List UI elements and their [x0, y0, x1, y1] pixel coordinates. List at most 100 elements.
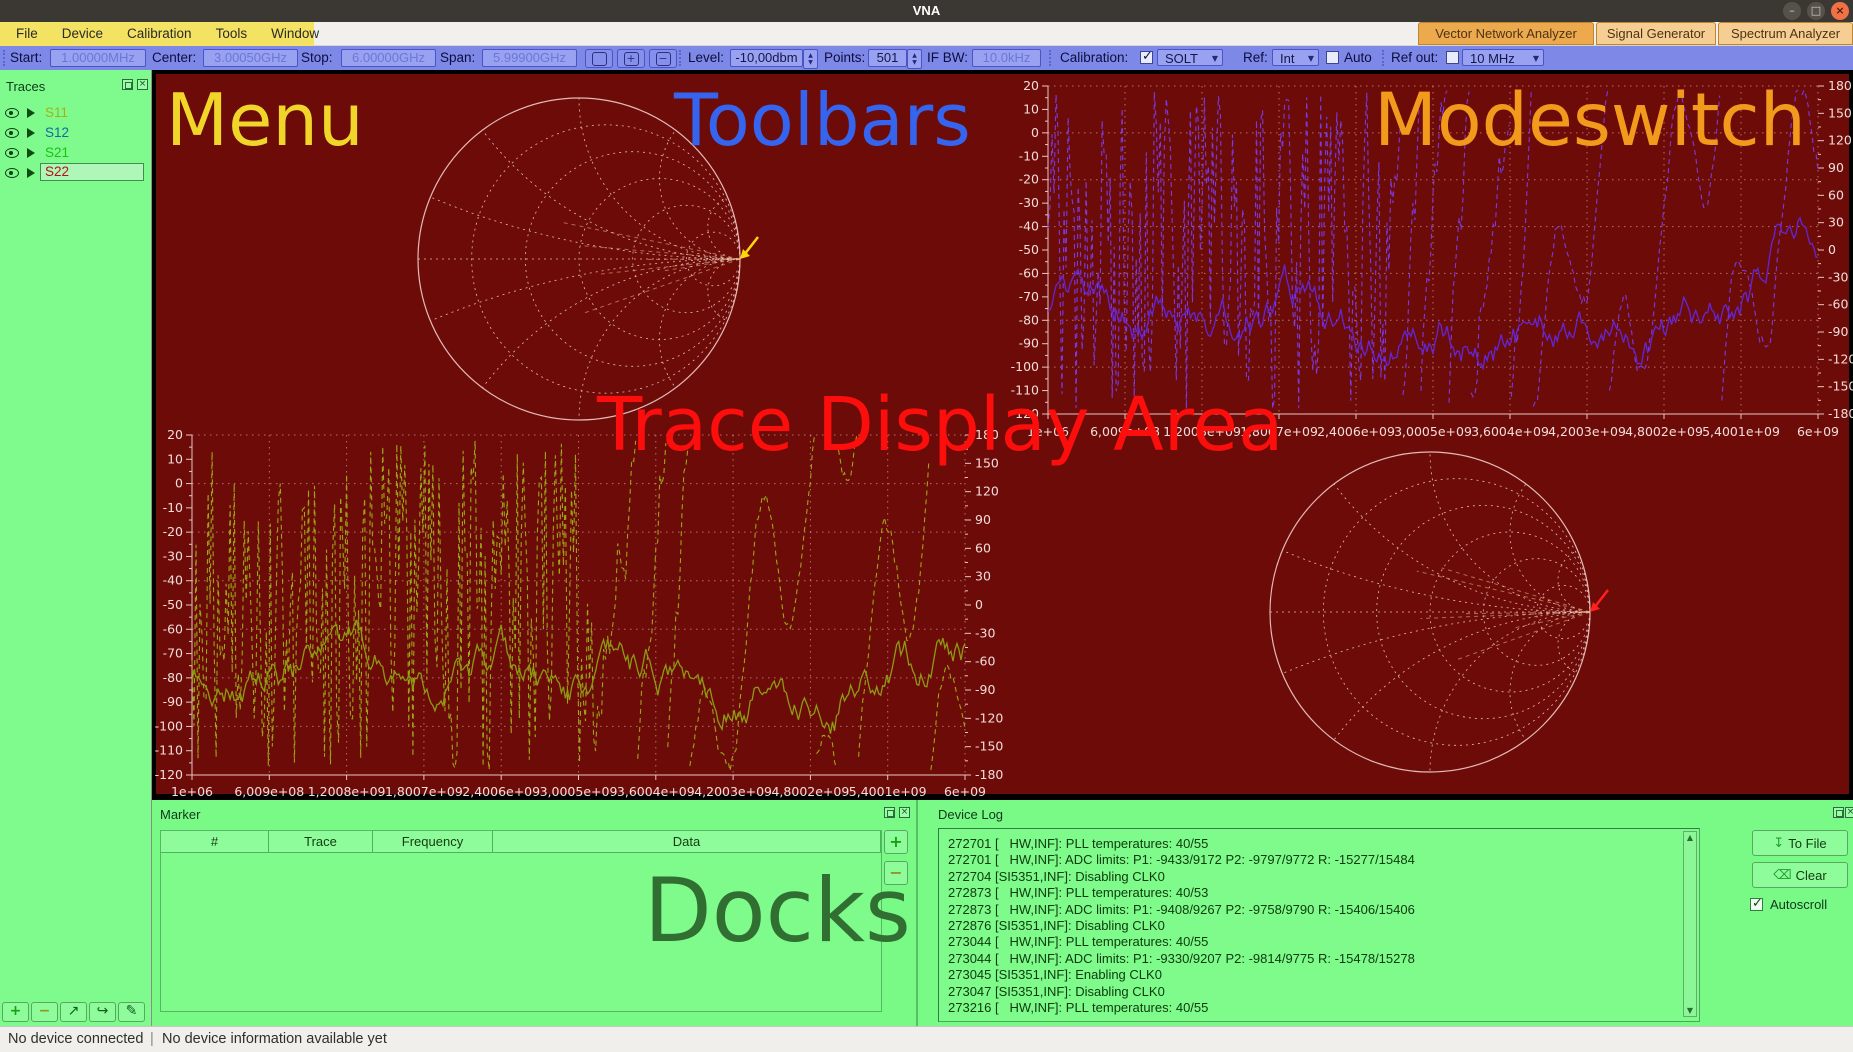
marker-table-header: # Trace Frequency Data — [161, 831, 881, 853]
log-entry: 272704 [SI5351,INF]: Disabling CLK0 — [948, 868, 1165, 884]
maximize-icon[interactable]: □ — [1807, 2, 1825, 20]
minimize-icon[interactable]: – — [1783, 2, 1801, 20]
refout-select[interactable]: 10 MHz ▼ — [1462, 49, 1544, 66]
visibility-eye-icon[interactable] — [5, 108, 19, 118]
trace-row-s12[interactable]: S12 — [0, 124, 152, 142]
marker-col-frequency[interactable]: Frequency — [373, 831, 493, 853]
center-field[interactable]: 3.00050GHz — [203, 49, 298, 67]
start-field[interactable]: 1.00000MHz — [50, 49, 146, 67]
trace-row-s11[interactable]: S11 — [0, 104, 152, 122]
visibility-eye-icon[interactable] — [5, 128, 19, 138]
auto-label: Auto — [1344, 50, 1372, 65]
points-spinner[interactable]: ▲ ▼ — [907, 49, 922, 69]
add-trace-button[interactable]: + — [2, 1002, 29, 1022]
toolbar-handle-icon[interactable] — [1049, 50, 1051, 66]
marker-col-num[interactable]: # — [161, 831, 269, 853]
log-entry: 272701 [ HW,INF]: PLL temperatures: 40/5… — [948, 836, 1209, 851]
trace-name-input[interactable]: S22 — [40, 163, 144, 181]
vna-application-window: VNA – □ × File Device Calibration Tools Wind… — [0, 0, 1853, 1052]
log-entry: 273044 [ HW,INF]: PLL temperatures: 40/5… — [948, 934, 1209, 950]
level-spinner[interactable]: ▲ ▼ — [803, 49, 818, 69]
annotation-docks: Docks — [644, 859, 911, 962]
auto-checkbox[interactable] — [1326, 51, 1339, 64]
calibration-label: Calibration: — [1060, 50, 1129, 65]
marker-col-data[interactable]: Data — [493, 831, 881, 853]
annotation-trace-display-area: Trace Display Area — [597, 382, 1284, 468]
toolbar-handle-icon[interactable] — [679, 50, 681, 66]
window-title: VNA — [912, 3, 941, 18]
menu-item-tools[interactable]: Tools — [204, 22, 260, 46]
panel-close-icon[interactable]: × — [137, 79, 148, 90]
menu-item-device[interactable]: Device — [50, 22, 115, 46]
toolbar-handle-icon[interactable] — [3, 50, 5, 66]
panel-close-icon[interactable]: × — [1845, 807, 1853, 818]
expand-arrow-icon[interactable] — [27, 168, 35, 178]
ref-select[interactable]: Int ▼ — [1272, 49, 1319, 66]
clear-log-button[interactable]: ⌫ Clear — [1752, 862, 1848, 888]
panel-float-icon[interactable] — [884, 807, 895, 818]
log-output[interactable]: ▲ ▼ 272701 [ HW,INF]: PLL temperatures: … — [938, 828, 1700, 1022]
expand-arrow-icon[interactable] — [27, 108, 35, 118]
trace-row-s22[interactable]: S22 — [0, 163, 152, 182]
menu-item-window[interactable]: Window — [259, 22, 331, 46]
marker-panel-title: Marker — [160, 807, 201, 822]
zoom-fit-button[interactable] — [585, 49, 613, 68]
log-entry: 273047 [SI5351,INF]: Disabling CLK0 — [948, 983, 1165, 999]
close-icon[interactable]: × — [1831, 2, 1849, 20]
annotation-menu: Menu — [166, 78, 364, 162]
popout-icon: ↗ — [67, 1003, 80, 1019]
ifbw-label: IF BW: — [927, 50, 969, 65]
points-field[interactable]: 501 — [868, 49, 907, 67]
refout-checkbox[interactable] — [1446, 51, 1459, 64]
log-entry: 273045 [SI5351,INF]: Enabling CLK0 — [948, 967, 1162, 983]
tab-vector-network-analyzer[interactable]: Vector Network Analyzer — [1418, 22, 1594, 45]
expand-arrow-icon[interactable] — [27, 128, 35, 138]
span-field[interactable]: 5.99900GHz — [482, 49, 577, 67]
tab-signal-generator[interactable]: Signal Generator — [1596, 22, 1716, 45]
to-file-button[interactable]: ↧ To File — [1752, 830, 1848, 856]
bottom-docks: Marker × # Trace Frequency Data + − Device … — [152, 800, 1853, 1026]
center-label: Center: — [152, 50, 197, 65]
export-trace-button[interactable]: ↪ — [89, 1002, 116, 1022]
scroll-down-icon: ▼ — [1686, 1006, 1694, 1015]
zoom-out-button[interactable]: − — [649, 49, 677, 68]
panel-float-icon[interactable] — [122, 79, 133, 90]
visibility-eye-icon[interactable] — [5, 168, 19, 178]
menu-items: File Device Calibration Tools Window — [4, 22, 331, 46]
autoscroll-label: Autoscroll — [1770, 897, 1828, 912]
add-marker-button[interactable]: + — [884, 830, 908, 854]
stop-field[interactable]: 6.00000GHz — [341, 49, 436, 67]
log-entry: 272876 [SI5351,INF]: Disabling CLK0 — [948, 918, 1165, 933]
zoom-in-button[interactable]: + — [617, 49, 645, 68]
ifbw-field[interactable]: 10.0kHz — [972, 49, 1041, 67]
edit-trace-button[interactable]: ✎ — [118, 1002, 145, 1022]
autoscroll-checkbox[interactable] — [1750, 896, 1763, 911]
calibration-checkbox[interactable] — [1140, 49, 1153, 64]
menu-item-calibration[interactable]: Calibration — [115, 22, 204, 46]
menu-item-file[interactable]: File — [4, 22, 50, 46]
level-field[interactable]: -10,00dbm — [730, 49, 803, 67]
panel-float-icon[interactable] — [1833, 807, 1844, 818]
trace-label: S11 — [45, 105, 69, 120]
marker-col-trace[interactable]: Trace — [269, 831, 373, 853]
tab-spectrum-analyzer[interactable]: Spectrum Analyzer — [1718, 22, 1853, 45]
trace-label: S21 — [45, 145, 70, 160]
traces-panel: Traces × S11 S12 S21 S22 + − ↗ ↪ ✎ — [0, 70, 152, 1026]
calibration-select[interactable]: SOLT ▼ — [1157, 49, 1223, 66]
export-icon: ↪ — [96, 1003, 109, 1019]
chevron-down-icon: ▼ — [1532, 54, 1539, 63]
titlebar: VNA – □ × — [0, 0, 1853, 22]
log-entry: 273044 [ HW,INF]: ADC limits: P1: -9330/… — [948, 950, 1415, 966]
log-entry: 272873 [ HW,INF]: PLL temperatures: 40/5… — [948, 885, 1209, 901]
visibility-eye-icon[interactable] — [5, 148, 19, 158]
panel-close-icon[interactable]: × — [899, 807, 910, 818]
expand-arrow-icon[interactable] — [27, 148, 35, 158]
trace-row-s21[interactable]: S21 — [0, 144, 152, 162]
status-bar: No device connected | No device informat… — [0, 1026, 1853, 1052]
remove-trace-button[interactable]: − — [31, 1002, 58, 1022]
toolbar-handle-icon[interactable] — [1382, 50, 1384, 66]
popout-trace-button[interactable]: ↗ — [60, 1002, 87, 1022]
connection-status: No device connected — [8, 1031, 144, 1047]
log-scrollbar[interactable]: ▲ ▼ — [1683, 831, 1697, 1017]
device-log-panel: Device Log × ▲ ▼ 272701 [ HW,INF]: PLL t… — [920, 800, 1853, 1026]
